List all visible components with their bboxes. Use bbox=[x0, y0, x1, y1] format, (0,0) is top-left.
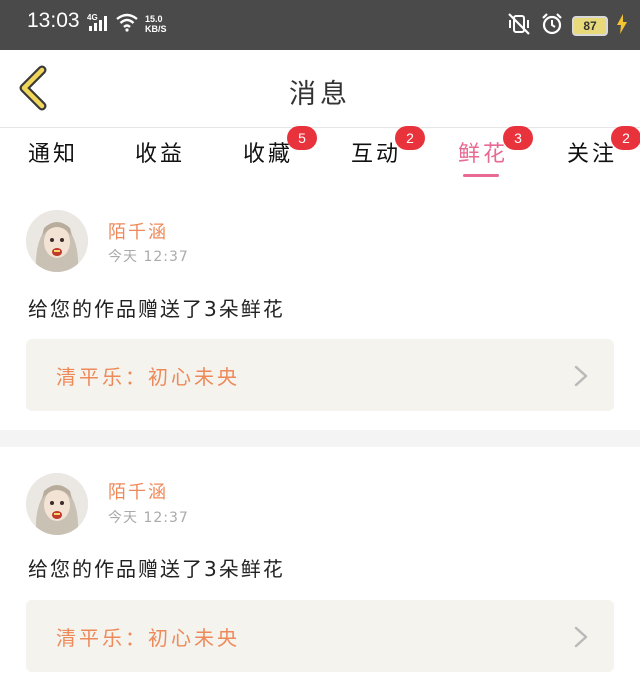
status-left-icons: 4G 15.0 KB/S bbox=[87, 12, 167, 36]
wifi-icon bbox=[115, 12, 139, 36]
network-speed: 15.0 KB/S bbox=[145, 14, 167, 34]
tab-interactions[interactable]: 互动 2 bbox=[351, 126, 425, 168]
tab-notifications[interactable]: 通知 bbox=[28, 136, 78, 168]
signal-icon: 4G bbox=[87, 12, 109, 36]
tab-follows[interactable]: 关注 2 bbox=[567, 126, 640, 168]
badge-follows: 2 bbox=[611, 126, 640, 150]
work-title: 清平乐：初心未央 bbox=[56, 626, 240, 650]
active-tab-indicator bbox=[463, 174, 499, 177]
message-time: 今天 12:37 bbox=[108, 249, 189, 265]
message-item[interactable]: 陌千涵 今天 12:37 给您的作品赠送了3朵鲜花 清平乐：初心未央 bbox=[0, 180, 640, 430]
nav-bar: 消息 bbox=[0, 50, 640, 128]
avatar[interactable] bbox=[26, 473, 88, 535]
message-text: 给您的作品赠送了3朵鲜花 bbox=[28, 297, 285, 321]
sender-name[interactable]: 陌千涵 bbox=[108, 478, 168, 504]
badge-interactions: 2 bbox=[395, 126, 425, 150]
badge-favorites: 5 bbox=[287, 126, 317, 150]
chevron-right-icon bbox=[574, 365, 588, 387]
message-time: 今天 12:37 bbox=[108, 510, 189, 526]
tab-bar: 通知 收益 收藏 5 互动 2 鲜花 3 关注 2 bbox=[0, 126, 640, 180]
status-time: 13:03 bbox=[27, 9, 80, 32]
sender-name[interactable]: 陌千涵 bbox=[108, 218, 168, 244]
vibrate-mute-icon bbox=[506, 12, 532, 40]
message-item[interactable]: 陌千涵 今天 12:37 给您的作品赠送了3朵鲜花 清平乐：初心未央 bbox=[0, 447, 640, 693]
status-right-icons: 87 bbox=[506, 12, 628, 40]
charging-icon bbox=[616, 14, 628, 38]
work-link[interactable]: 清平乐：初心未央 bbox=[26, 339, 614, 411]
status-bar: 13:03 4G 15.0 KB/S 87 bbox=[0, 0, 640, 50]
work-title: 清平乐：初心未央 bbox=[56, 365, 240, 389]
work-link[interactable]: 清平乐：初心未央 bbox=[26, 600, 614, 672]
divider bbox=[0, 430, 640, 447]
tab-favorites[interactable]: 收藏 5 bbox=[243, 126, 317, 168]
avatar[interactable] bbox=[26, 210, 88, 272]
tab-flowers[interactable]: 鲜花 3 bbox=[458, 126, 533, 168]
page-title: 消息 bbox=[289, 79, 351, 110]
chevron-right-icon bbox=[574, 626, 588, 648]
tab-earnings[interactable]: 收益 bbox=[135, 136, 185, 168]
network-type: 4G bbox=[87, 13, 98, 22]
alarm-icon bbox=[540, 12, 564, 40]
message-text: 给您的作品赠送了3朵鲜花 bbox=[28, 557, 285, 581]
badge-flowers: 3 bbox=[503, 126, 533, 150]
battery-indicator: 87 bbox=[572, 16, 608, 36]
